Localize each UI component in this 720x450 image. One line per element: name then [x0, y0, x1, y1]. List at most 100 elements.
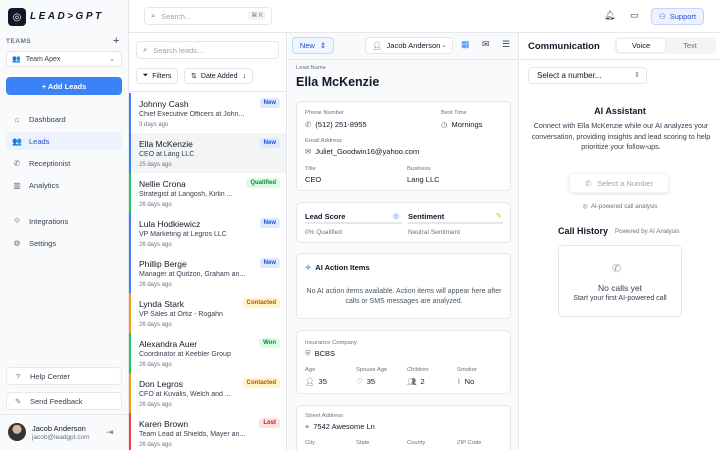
send-feedback-button[interactable]: ✎ Send Feedback [6, 392, 122, 410]
status-badge: Won [259, 338, 280, 348]
lead-row[interactable]: Lynda Stark VP Sales at Ortiz - Rogahn 26 … [129, 293, 286, 333]
bell-icon[interactable]: 🔔︎ [604, 10, 615, 21]
phone-value[interactable]: ✆ (512) 251-8955 [305, 120, 367, 129]
search-icon: ⌕ [151, 11, 156, 20]
phone-icon: ✆ [584, 178, 592, 188]
message-icon[interactable]: ▭ [630, 10, 639, 21]
sidebar-item-label: Analytics [29, 180, 60, 190]
status-badge: Lost [259, 418, 280, 428]
sidebar-item-receptionist[interactable]: ✆ Receptionist [6, 154, 122, 172]
filters-button[interactable]: ⏷ Filters [136, 68, 178, 84]
lead-row[interactable]: Phillip Berge Manager at Quitzon, Graham … [129, 253, 286, 293]
support-button[interactable]: ⚇ Support [651, 8, 704, 25]
tab-voice[interactable]: Voice [617, 39, 665, 52]
lead-row[interactable]: Lula Hodkiewicz VP Marketing at Legros LL… [129, 213, 286, 253]
street-label: Street Address [305, 413, 344, 419]
add-leads-button[interactable]: + Add Leads [6, 77, 122, 95]
street-value: ⌖ 7542 Awesome Ln [305, 422, 375, 432]
lead-title: Manager at Quitzon, Graham an... [139, 271, 246, 278]
logo-text: LEAD>GPT [30, 11, 104, 22]
lead-row[interactable]: Alexandra Auer Coordinator at Keebler Gro… [129, 333, 286, 373]
lead-row[interactable]: Don Legros CFO at Kuvalis, Welch and ... 2… [129, 373, 286, 413]
lead-search-input[interactable]: ⌕ Search leads... [136, 41, 279, 59]
lead-row[interactable]: Ella McKenzie CEO at Lang LLC 25 days ago N… [129, 133, 286, 173]
best-time-value: ◷ Mornings [441, 120, 482, 129]
number-select[interactable]: Select a number... ⇕ [528, 67, 647, 84]
county-label: County [407, 440, 426, 446]
status-badge: Contacted [242, 378, 280, 388]
lead-row[interactable]: Karen Brown Team Lead at Shields, Mayer a… [129, 413, 286, 450]
chevron-updown-icon: ⇕ [319, 41, 327, 50]
target-icon: ◎ [393, 213, 400, 220]
age-label: Age [305, 367, 316, 373]
insurance-text: BCBS [314, 349, 336, 358]
mail-icon[interactable]: ✉ [482, 39, 490, 50]
filter-icon: ⏷ [142, 72, 149, 79]
calendar-icon[interactable]: ▦ [461, 39, 470, 50]
call-history-box [558, 245, 682, 317]
team-select[interactable]: 👥 Team Apex ⌄ [6, 51, 122, 67]
status-select[interactable]: New ⇕ [292, 37, 334, 54]
number-select-label: Select a number... [537, 71, 602, 80]
smoker-text: No [464, 377, 475, 386]
children-value: 👥︎ 2 [407, 377, 425, 386]
help-center-label: Help Center [30, 371, 71, 381]
lead-name: Lula Hodkiewicz [139, 219, 201, 229]
search-icon: ⌕ [143, 45, 148, 54]
add-team-icon[interactable]: + [113, 35, 119, 47]
street-text: 7542 Awesome Ln [313, 422, 375, 431]
phone-icon: ✆ [305, 120, 312, 129]
sidebar-item-dashboard[interactable]: ⌂ Dashboard [6, 110, 122, 128]
logout-icon[interactable]: ⇥ [106, 427, 114, 438]
lead-row[interactable]: Johnny Cash Chief Executive Officers at J… [129, 93, 286, 133]
lead-name: Lynda Stark [139, 299, 185, 309]
lead-time: 26 days ago [139, 202, 172, 208]
chevron-updown-icon: ⇕ [634, 72, 640, 79]
help-center-button[interactable]: ? Help Center [6, 367, 122, 385]
call-history-title: Call History [558, 226, 609, 236]
select-number-button[interactable]: ✆ Select a Number [569, 173, 669, 193]
gear-icon: ⚙ [13, 238, 21, 248]
team-name: Team Apex [25, 55, 61, 63]
sentiment-bar [408, 222, 503, 224]
best-time-label: Best Time [441, 110, 467, 116]
sidebar-item-label: Leads [29, 136, 50, 146]
city-label: City [305, 440, 315, 446]
phone-icon: ✆ [13, 158, 21, 168]
sidebar-item-integrations[interactable]: ⟐ Integrations [6, 212, 122, 230]
sparkle-icon: ✧ [305, 263, 312, 272]
clock-icon: ◷ [441, 120, 448, 129]
business-value: Lang LLC [407, 175, 440, 184]
lead-title: VP Sales at Ortiz - Rogahn [139, 311, 223, 318]
smoker-label: Smoker [457, 367, 477, 373]
ai-actions-empty: No AI action items available. Action ite… [306, 288, 502, 305]
lead-time: 25 days ago [139, 162, 172, 168]
assignee-select[interactable]: 👤︎ Jacob Anderson ⌄ [365, 37, 453, 54]
phone-label: Phone Number [305, 110, 344, 116]
sidebar-item-leads[interactable]: 👥 Leads [6, 132, 122, 150]
lead-row[interactable]: Nellie Crona Strategist at Langosh, Kirli… [129, 173, 286, 213]
arrow-down-icon: ↓ [242, 72, 246, 80]
status-badge: Contacted [242, 298, 280, 308]
sort-icon: ⇅ [191, 73, 197, 80]
teams-label: TEAMS [6, 38, 32, 45]
no-calls-title: No calls yet [598, 283, 642, 293]
sidebar-item-analytics[interactable]: ▥ Analytics [6, 176, 122, 194]
spouse-age-value: ♡ 35 [356, 377, 375, 386]
lead-title: Strategist at Langosh, Kirlin ... [139, 191, 233, 198]
notes-icon[interactable]: ☰ [502, 39, 510, 50]
users-icon: 👥︎ [407, 377, 417, 386]
lead-search-placeholder: Search leads... [153, 45, 204, 55]
lead-name-label: Lead Name [296, 65, 326, 71]
sidebar-item-settings[interactable]: ⚙ Settings [6, 234, 122, 252]
user-icon: 👤︎ [305, 377, 315, 386]
map-pin-icon: ⌖ [305, 422, 310, 431]
status-badge: New [259, 138, 280, 148]
chevron-down-icon: ⌄ [441, 42, 447, 49]
sort-date-added-button[interactable]: ⇅ Date Added ↓ [184, 68, 253, 84]
email-value[interactable]: ✉ Juliet_Goodwin16@yahoo.com [305, 147, 419, 156]
tab-text[interactable]: Text [666, 39, 714, 52]
lead-score-bar [305, 222, 402, 224]
search-input[interactable]: ⌕ Search... ⌘ K [144, 7, 272, 25]
filters-label: Filters [152, 72, 172, 80]
